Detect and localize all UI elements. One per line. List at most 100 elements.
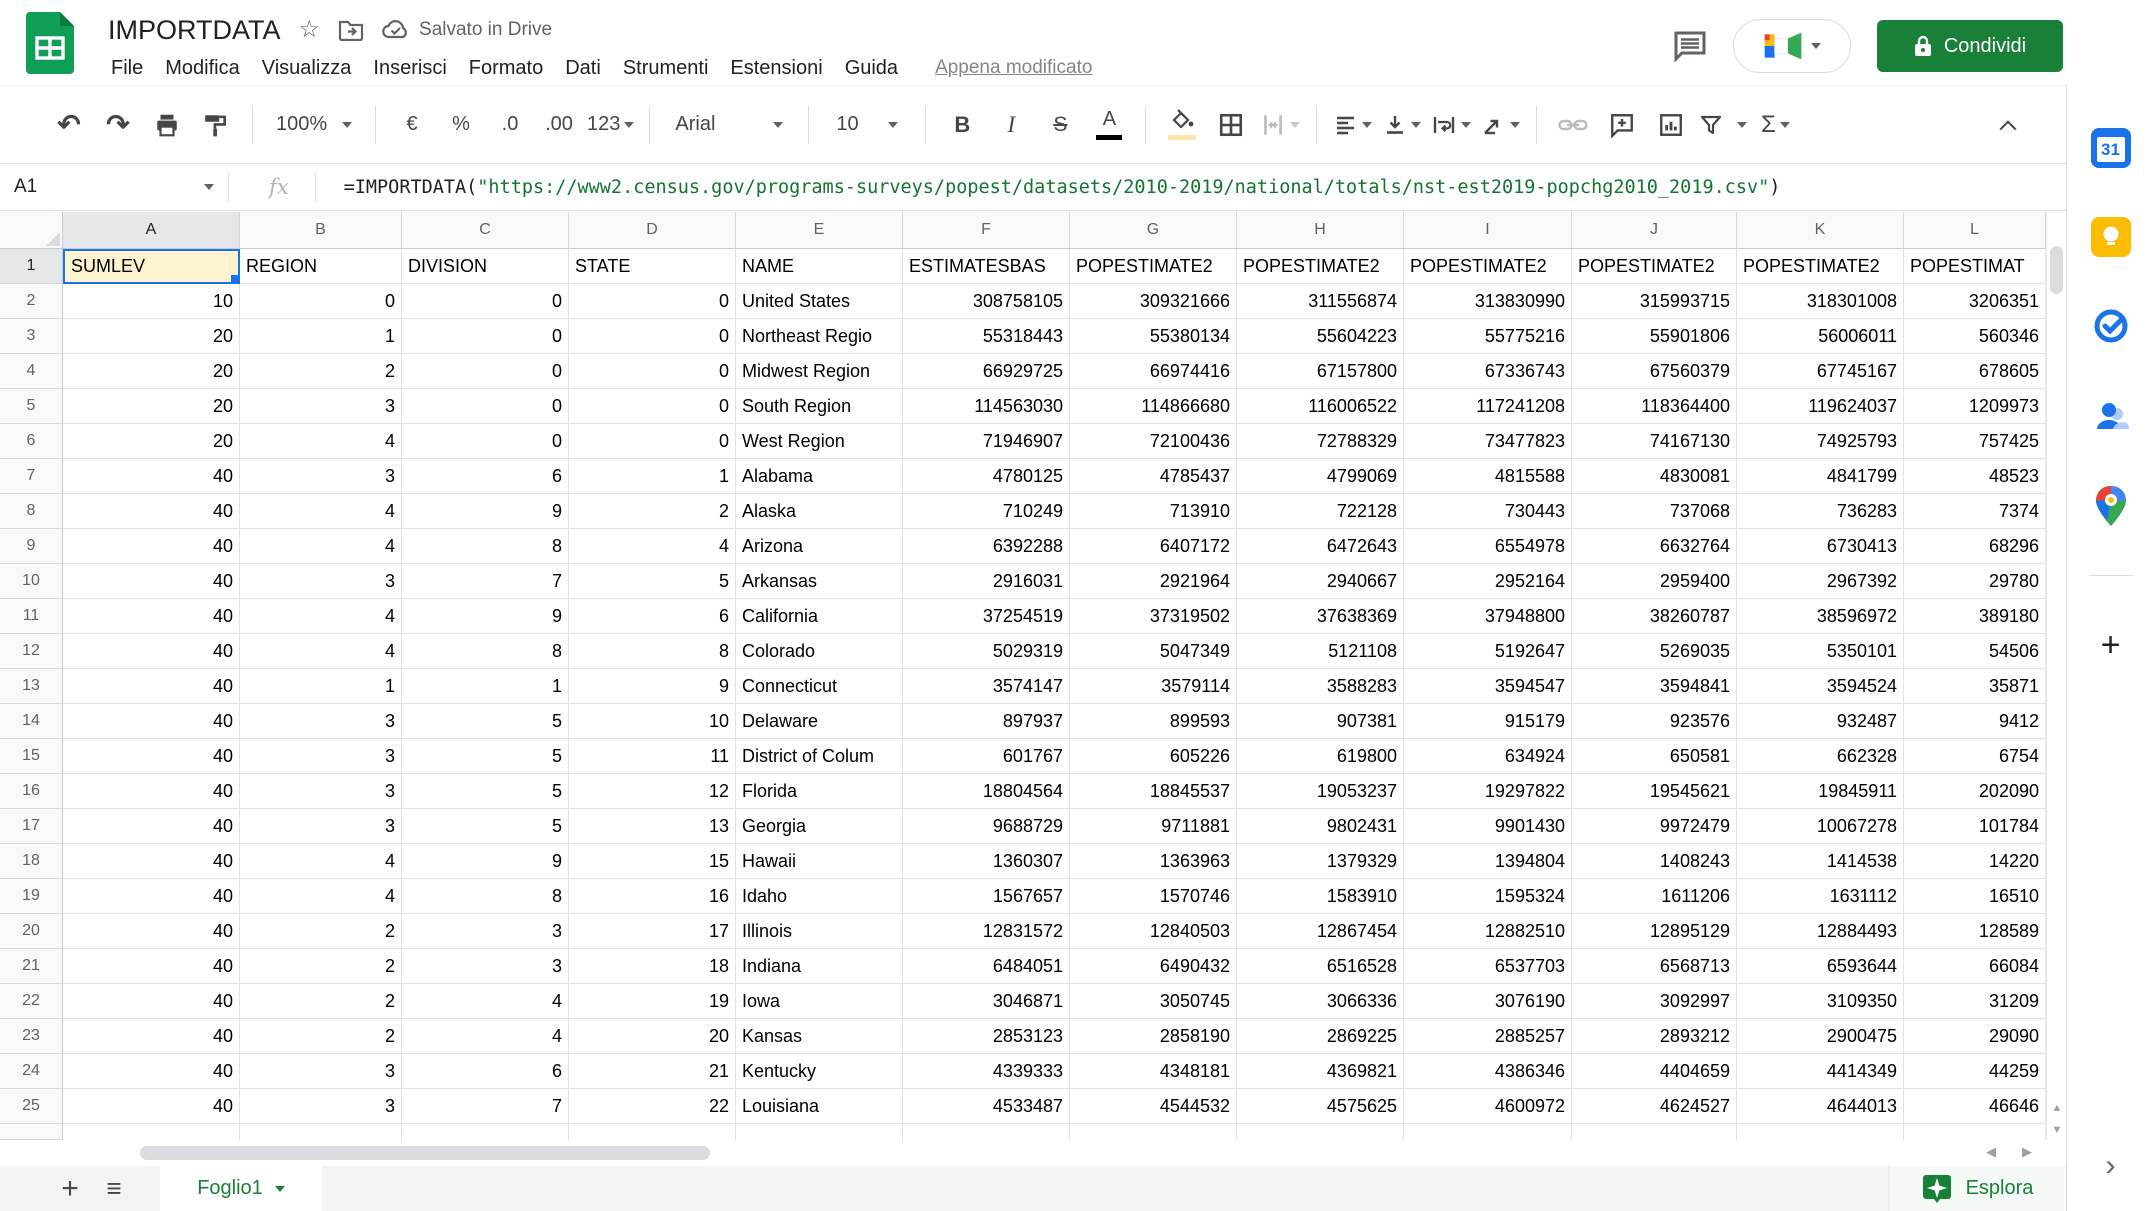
cell[interactable]: 2 (240, 984, 402, 1019)
cell[interactable]: 4 (569, 529, 736, 564)
cell[interactable]: 6490432 (1070, 949, 1237, 984)
cell[interactable]: 3594841 (1572, 669, 1737, 704)
number-format-menu[interactable]: 123 (587, 101, 634, 149)
print-icon[interactable] (146, 101, 188, 149)
cell[interactable]: 8 (402, 879, 569, 914)
cell[interactable]: 116006522 (1237, 389, 1404, 424)
cell[interactable]: 309321666 (1070, 284, 1237, 319)
cell[interactable]: 3206351 (1904, 284, 2046, 319)
row-header-18[interactable]: 18 (0, 844, 63, 879)
cell[interactable]: 2952164 (1404, 564, 1572, 599)
cell[interactable]: 40 (63, 1054, 240, 1089)
vertical-scrollbar-thumb[interactable] (2050, 246, 2063, 294)
cell[interactable]: 46646 (1904, 1089, 2046, 1124)
star-icon[interactable]: ☆ (299, 18, 321, 42)
cell[interactable]: 4 (240, 494, 402, 529)
cell[interactable]: Illinois (736, 914, 903, 949)
cell[interactable]: 923576 (1572, 704, 1737, 739)
cell[interactable]: 4544532 (1070, 1089, 1237, 1124)
cell[interactable]: 730443 (1404, 494, 1572, 529)
cell[interactable]: 4799069 (1237, 459, 1404, 494)
cell[interactable]: 3588283 (1237, 669, 1404, 704)
cell[interactable]: 74925793 (1737, 424, 1904, 459)
cell[interactable]: 9972479 (1572, 809, 1737, 844)
column-header-B[interactable]: B (240, 212, 402, 249)
move-folder-icon[interactable] (338, 19, 364, 41)
cell[interactable]: 3 (240, 704, 402, 739)
cell[interactable]: 73477823 (1404, 424, 1572, 459)
cell[interactable]: 7 (402, 1089, 569, 1124)
cell[interactable]: 3 (240, 739, 402, 774)
cell[interactable]: United States (736, 284, 903, 319)
row-header-13[interactable]: 13 (0, 669, 63, 704)
cell[interactable]: 12882510 (1404, 914, 1572, 949)
cell[interactable]: 6 (569, 599, 736, 634)
cell[interactable]: Kentucky (736, 1054, 903, 1089)
cell[interactable]: 6730413 (1737, 529, 1904, 564)
cell[interactable]: 54506 (1904, 634, 2046, 669)
cell[interactable]: POPESTIMAT (1904, 249, 2046, 284)
cell[interactable]: 2959400 (1572, 564, 1737, 599)
cell[interactable]: 0 (569, 389, 736, 424)
cell[interactable]: 9412 (1904, 704, 2046, 739)
cell[interactable]: 2 (240, 949, 402, 984)
cell[interactable]: 7 (402, 564, 569, 599)
cell[interactable]: 313830990 (1404, 284, 1572, 319)
cell[interactable]: 9 (402, 599, 569, 634)
cell[interactable]: 4533487 (903, 1089, 1070, 1124)
cell[interactable]: 12884493 (1737, 914, 1904, 949)
cell[interactable]: 22 (569, 1089, 736, 1124)
cell[interactable]: POPESTIMATE2 (1237, 249, 1404, 284)
scroll-down-icon[interactable]: ▼ (2052, 1124, 2063, 1136)
cell[interactable]: 4 (240, 634, 402, 669)
cell[interactable]: 4348181 (1070, 1054, 1237, 1089)
cell[interactable]: 5 (402, 809, 569, 844)
cell[interactable]: POPESTIMATE2 (1572, 249, 1737, 284)
cell[interactable]: 308758105 (903, 284, 1070, 319)
cell[interactable]: 2916031 (903, 564, 1070, 599)
cell[interactable]: 66084 (1904, 949, 2046, 984)
cell[interactable]: Louisiana (736, 1089, 903, 1124)
cell[interactable]: 202090 (1904, 774, 2046, 809)
cell[interactable]: 9 (402, 844, 569, 879)
fill-color-icon[interactable] (1161, 101, 1203, 149)
row-header-17[interactable]: 17 (0, 809, 63, 844)
cell[interactable]: 6593644 (1737, 949, 1904, 984)
cell[interactable]: 4 (240, 879, 402, 914)
cell[interactable]: 4644013 (1737, 1089, 1904, 1124)
column-header-F[interactable]: F (903, 212, 1070, 249)
cell[interactable]: 1 (402, 669, 569, 704)
cell[interactable]: 2893212 (1572, 1019, 1737, 1054)
row-header-12[interactable]: 12 (0, 634, 63, 669)
cell[interactable] (1572, 1124, 1737, 1140)
cell[interactable]: 66974416 (1070, 354, 1237, 389)
cell[interactable]: 4 (402, 1019, 569, 1054)
cell[interactable]: 5 (402, 774, 569, 809)
cell[interactable]: 67560379 (1572, 354, 1737, 389)
cell[interactable]: 67157800 (1237, 354, 1404, 389)
menu-file[interactable]: File (100, 55, 154, 82)
cell[interactable]: 114866680 (1070, 389, 1237, 424)
formula-input[interactable]: =IMPORTDATA("https://www2.census.gov/pro… (344, 177, 1781, 198)
cell[interactable]: 5192647 (1404, 634, 1572, 669)
column-header-I[interactable]: I (1404, 212, 1572, 249)
cell[interactable]: 3594547 (1404, 669, 1572, 704)
cell[interactable]: 9711881 (1070, 809, 1237, 844)
column-header-A[interactable]: A (63, 212, 240, 249)
cell[interactable]: DIVISION (402, 249, 569, 284)
row-header-3[interactable]: 3 (0, 319, 63, 354)
cell[interactable]: Delaware (736, 704, 903, 739)
cell[interactable]: 4369821 (1237, 1054, 1404, 1089)
cell[interactable]: 12 (569, 774, 736, 809)
horizontal-align-icon[interactable] (1332, 101, 1374, 149)
borders-icon[interactable] (1210, 101, 1252, 149)
cell[interactable]: 6754 (1904, 739, 2046, 774)
cell[interactable]: 10067278 (1737, 809, 1904, 844)
cell[interactable]: 6472643 (1237, 529, 1404, 564)
cell[interactable]: 3594524 (1737, 669, 1904, 704)
cell[interactable]: 6632764 (1572, 529, 1737, 564)
cell[interactable]: 1209973 (1904, 389, 2046, 424)
cell[interactable]: 1414538 (1737, 844, 1904, 879)
cell[interactable]: 16510 (1904, 879, 2046, 914)
cell[interactable]: 0 (569, 354, 736, 389)
